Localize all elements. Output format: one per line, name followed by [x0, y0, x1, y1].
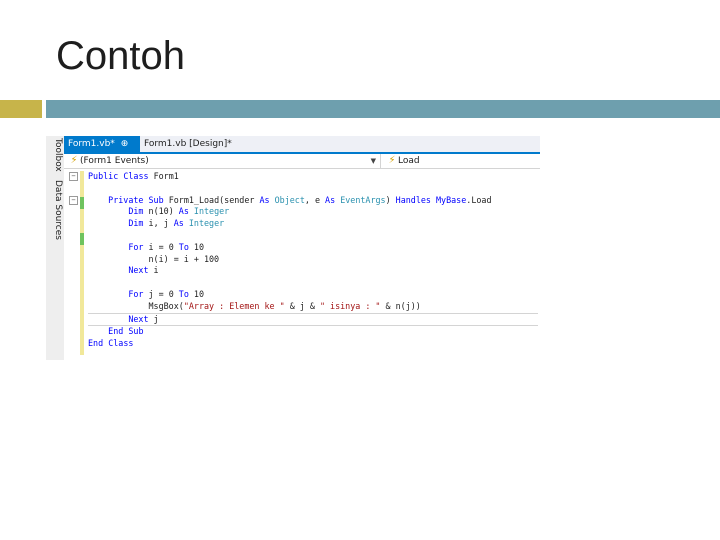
- code-line: Public Class Form1: [88, 171, 179, 181]
- change-indicator: [80, 171, 84, 197]
- tab-form1-vb[interactable]: Form1.vb* ⊕: [64, 136, 140, 152]
- code-line: End Sub: [108, 326, 144, 337]
- object-dropdown-label: (Form1 Events): [80, 156, 149, 166]
- ide-screenshot: Toolbox Data Sources Form1.vb* ⊕ Form1.v…: [46, 136, 540, 360]
- tab-label: Form1.vb*: [68, 139, 115, 149]
- code-line: End Class: [88, 338, 134, 349]
- data-sources-tab[interactable]: Data Sources: [47, 180, 63, 240]
- lightning-bolt-icon: ⚡: [70, 155, 78, 166]
- title-rule-bar: [46, 100, 720, 118]
- event-dropdown-label: Load: [398, 156, 420, 166]
- code-line: MsgBox("Array : Elemen ke " & j & " isin…: [88, 300, 421, 311]
- change-indicator: [80, 245, 84, 355]
- title-rule-accent: [0, 100, 42, 118]
- code-line: For j = 0 To 10: [128, 288, 205, 299]
- code-line: Next j: [88, 312, 538, 327]
- navigation-bar: ⚡ (Form1 Events) ▼ ⚡ Load: [64, 154, 540, 169]
- code-line: For i = 0 To 10: [128, 241, 205, 252]
- collapse-sub-icon[interactable]: −: [69, 196, 78, 205]
- collapse-class-icon[interactable]: −: [69, 172, 78, 181]
- lightning-bolt-icon: ⚡: [388, 155, 396, 166]
- code-line: Private Sub Form1_Load(sender As Object,…: [108, 194, 492, 205]
- change-indicator: [80, 197, 84, 209]
- side-tool-strip: Toolbox Data Sources: [46, 136, 65, 360]
- object-dropdown[interactable]: ⚡ (Form1 Events) ▼: [64, 154, 381, 168]
- code-editor[interactable]: − − Public Class Form1 Private Sub Form1…: [64, 169, 540, 360]
- slide-title: Contoh: [56, 34, 185, 78]
- code-area: Public Class Form1 Private Sub Form1_Loa…: [88, 171, 538, 350]
- document-tabs: Form1.vb* ⊕ Form1.vb [Design]*: [64, 136, 540, 154]
- chevron-down-icon: ▼: [370, 157, 376, 165]
- tab-form1-design[interactable]: Form1.vb [Design]*: [140, 136, 252, 152]
- code-line: Dim i, j As Integer: [128, 218, 225, 229]
- editor-gutter: − −: [64, 169, 86, 360]
- code-line: Next i: [128, 265, 159, 276]
- change-indicator: [80, 209, 84, 233]
- event-dropdown[interactable]: ⚡ Load: [382, 154, 538, 168]
- pin-icon[interactable]: ⊕: [121, 139, 129, 149]
- code-line: n(i) = i + 100: [88, 253, 220, 264]
- change-indicator: [80, 233, 84, 245]
- tab-label: Form1.vb [Design]*: [144, 139, 232, 149]
- toolbox-tab[interactable]: Toolbox: [47, 138, 63, 172]
- code-line: Dim n(10) As Integer: [128, 206, 230, 217]
